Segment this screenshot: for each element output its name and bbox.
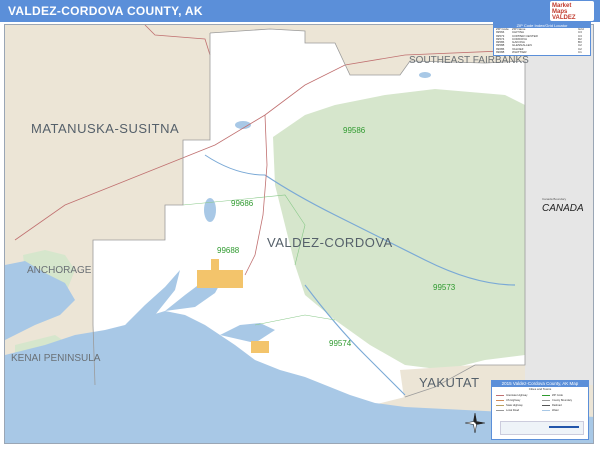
logo-text: Market Maps VALDEZ <box>552 3 576 21</box>
legend-swatch <box>542 395 550 397</box>
scale-bar <box>549 426 579 428</box>
legend-swatch <box>496 405 504 407</box>
city-valdez[interactable] <box>197 270 243 288</box>
legend-item: ZIP Code <box>552 394 563 397</box>
legend-item: Railroad <box>552 404 562 407</box>
legend-item: Local Road <box>506 409 520 412</box>
zip-label: 99574 <box>329 339 352 348</box>
region-label-anchorage: ANCHORAGE <box>27 265 92 276</box>
lake <box>204 198 216 222</box>
lake <box>419 72 431 78</box>
legend-item: County Boundary <box>552 399 573 402</box>
legend-scale-area <box>500 421 584 435</box>
title-bar: VALDEZ-CORDOVA COUNTY, AK Market Maps VA… <box>0 0 600 22</box>
zip-label: 99586 <box>343 126 366 135</box>
legend-swatch <box>542 405 550 407</box>
canada-boundary-note: Canada Boundary <box>542 197 567 201</box>
region-label-canada: CANADA <box>542 203 584 214</box>
zip-label: 99688 <box>217 246 240 255</box>
legend-swatch <box>542 410 550 412</box>
region-label-southeast-fairbanks: SOUTHEAST FAIRBANKS <box>409 55 529 66</box>
map-legend: 2015 Valdez-Cordova County, AK Map Citie… <box>491 380 589 440</box>
legend-item: Interstate Highway <box>506 394 528 397</box>
region-label-matanuska: MATANUSKA-SUSITNA <box>31 121 180 136</box>
legend-swatch <box>542 400 550 402</box>
zip-index-panel: ZIP Code Index/Grid Locator ZIP Code ZIP… <box>493 22 591 56</box>
map-title: VALDEZ-CORDOVA COUNTY, AK <box>8 4 203 18</box>
region-label-kenai: KENAI PENINSULA <box>11 353 101 364</box>
zip-label: 99686 <box>231 199 254 208</box>
compass-rose-icon <box>465 413 485 433</box>
city-valdez-north[interactable] <box>211 259 219 271</box>
legend-item: Water <box>552 409 559 412</box>
legend-subtitle: Cities and Towns <box>528 387 552 391</box>
legend-swatch <box>496 395 504 397</box>
legend-swatch <box>496 410 504 412</box>
logo-line: VALDEZ <box>552 15 576 21</box>
zip-label: 99573 <box>433 283 456 292</box>
legend-item: State Highway <box>506 404 523 407</box>
legend-swatch <box>496 400 504 402</box>
region-label-yakutat: YAKUTAT <box>419 375 480 390</box>
legend-item: US Highway <box>506 399 521 402</box>
zip-table-row: 99688 WHITTIER C1 <box>496 50 582 55</box>
region-label-valdez-cordova: VALDEZ-CORDOVA <box>267 235 393 250</box>
publisher-logo: Market Maps VALDEZ <box>550 1 594 21</box>
city-cordova[interactable] <box>251 341 269 353</box>
